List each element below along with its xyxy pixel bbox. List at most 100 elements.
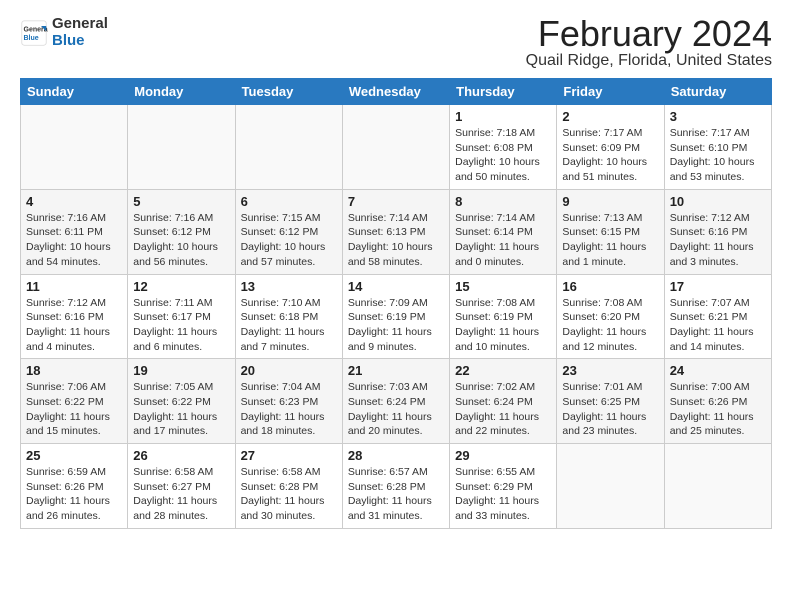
day-info: Sunrise: 7:05 AM Sunset: 6:22 PM Dayligh… <box>133 380 229 439</box>
day-number: 3 <box>670 109 766 124</box>
calendar-header-row: SundayMondayTuesdayWednesdayThursdayFrid… <box>21 79 772 105</box>
calendar-cell: 18 Sunrise: 7:06 AM Sunset: 6:22 PM Dayli… <box>21 359 128 444</box>
svg-text:Blue: Blue <box>24 35 39 42</box>
calendar-cell: 5 Sunrise: 7:16 AM Sunset: 6:12 PM Daylig… <box>128 189 235 274</box>
calendar-table: SundayMondayTuesdayWednesdayThursdayFrid… <box>20 78 772 529</box>
day-number: 6 <box>241 194 337 209</box>
day-number: 11 <box>26 279 122 294</box>
day-info: Sunrise: 7:14 AM Sunset: 6:14 PM Dayligh… <box>455 211 551 270</box>
calendar-cell: 28 Sunrise: 6:57 AM Sunset: 6:28 PM Dayli… <box>342 444 449 529</box>
page-container: General Blue General Blue February 2024 … <box>0 0 792 539</box>
day-info: Sunrise: 7:15 AM Sunset: 6:12 PM Dayligh… <box>241 211 337 270</box>
day-info: Sunrise: 7:11 AM Sunset: 6:17 PM Dayligh… <box>133 296 229 355</box>
calendar-day-header: Saturday <box>664 79 771 105</box>
calendar-cell: 22 Sunrise: 7:02 AM Sunset: 6:24 PM Dayli… <box>450 359 557 444</box>
month-title: February 2024 <box>526 16 772 52</box>
title-block: February 2024 Quail Ridge, Florida, Unit… <box>526 16 772 70</box>
day-info: Sunrise: 7:06 AM Sunset: 6:22 PM Dayligh… <box>26 380 122 439</box>
calendar-cell: 27Sunrise: 6:58 AM Sunset: 6:28 PM Dayli… <box>235 444 342 529</box>
calendar-week-row: 18 Sunrise: 7:06 AM Sunset: 6:22 PM Dayli… <box>21 359 772 444</box>
calendar-cell: 24 Sunrise: 7:00 AM Sunset: 6:26 PM Dayli… <box>664 359 771 444</box>
calendar-day-header: Monday <box>128 79 235 105</box>
day-number: 20 <box>241 363 337 378</box>
calendar-cell <box>235 105 342 190</box>
calendar-cell: 7 Sunrise: 7:14 AM Sunset: 6:13 PM Daylig… <box>342 189 449 274</box>
calendar-cell <box>557 444 664 529</box>
day-info: Sunrise: 7:02 AM Sunset: 6:24 PM Dayligh… <box>455 380 551 439</box>
calendar-cell: 20Sunrise: 7:04 AM Sunset: 6:23 PM Dayli… <box>235 359 342 444</box>
day-info: Sunrise: 6:57 AM Sunset: 6:28 PM Dayligh… <box>348 465 444 524</box>
day-number: 13 <box>241 279 337 294</box>
day-info: Sunrise: 7:16 AM Sunset: 6:12 PM Dayligh… <box>133 211 229 270</box>
calendar-cell: 17 Sunrise: 7:07 AM Sunset: 6:21 PM Dayli… <box>664 274 771 359</box>
location-text: Quail Ridge, Florida, United States <box>526 52 772 70</box>
day-info: Sunrise: 7:16 AM Sunset: 6:11 PM Dayligh… <box>26 211 122 270</box>
logo-general-text: General <box>52 16 108 33</box>
calendar-day-header: Tuesday <box>235 79 342 105</box>
day-info: Sunrise: 7:17 AM Sunset: 6:09 PM Dayligh… <box>562 126 658 185</box>
day-number: 14 <box>348 279 444 294</box>
day-number: 5 <box>133 194 229 209</box>
day-info: Sunrise: 7:12 AM Sunset: 6:16 PM Dayligh… <box>670 211 766 270</box>
day-number: 9 <box>562 194 658 209</box>
calendar-cell: 16Sunrise: 7:08 AM Sunset: 6:20 PM Dayli… <box>557 274 664 359</box>
day-number: 18 <box>26 363 122 378</box>
day-number: 28 <box>348 448 444 463</box>
day-number: 16 <box>562 279 658 294</box>
day-info: Sunrise: 7:18 AM Sunset: 6:08 PM Dayligh… <box>455 126 551 185</box>
day-number: 29 <box>455 448 551 463</box>
calendar-cell <box>664 444 771 529</box>
day-info: Sunrise: 7:17 AM Sunset: 6:10 PM Dayligh… <box>670 126 766 185</box>
calendar-cell: 11 Sunrise: 7:12 AM Sunset: 6:16 PM Dayli… <box>21 274 128 359</box>
day-number: 7 <box>348 194 444 209</box>
day-number: 23 <box>562 363 658 378</box>
calendar-cell: 3 Sunrise: 7:17 AM Sunset: 6:10 PM Daylig… <box>664 105 771 190</box>
logo-icon: General Blue <box>20 19 48 47</box>
day-number: 25 <box>26 448 122 463</box>
calendar-cell <box>342 105 449 190</box>
day-info: Sunrise: 6:55 AM Sunset: 6:29 PM Dayligh… <box>455 465 551 524</box>
day-info: Sunrise: 7:12 AM Sunset: 6:16 PM Dayligh… <box>26 296 122 355</box>
calendar-cell: 6 Sunrise: 7:15 AM Sunset: 6:12 PM Daylig… <box>235 189 342 274</box>
logo-blue-text: Blue <box>52 33 108 50</box>
day-info: Sunrise: 7:01 AM Sunset: 6:25 PM Dayligh… <box>562 380 658 439</box>
logo-text: General Blue <box>52 16 108 49</box>
day-number: 19 <box>133 363 229 378</box>
logo: General Blue General Blue <box>20 16 108 49</box>
calendar-day-header: Sunday <box>21 79 128 105</box>
calendar-cell: 10 Sunrise: 7:12 AM Sunset: 6:16 PM Dayli… <box>664 189 771 274</box>
day-number: 10 <box>670 194 766 209</box>
day-number: 4 <box>26 194 122 209</box>
calendar-cell <box>128 105 235 190</box>
day-number: 17 <box>670 279 766 294</box>
day-info: Sunrise: 7:13 AM Sunset: 6:15 PM Dayligh… <box>562 211 658 270</box>
day-info: Sunrise: 7:00 AM Sunset: 6:26 PM Dayligh… <box>670 380 766 439</box>
calendar-cell: 14 Sunrise: 7:09 AM Sunset: 6:19 PM Dayli… <box>342 274 449 359</box>
day-info: Sunrise: 6:58 AM Sunset: 6:28 PM Dayligh… <box>241 465 337 524</box>
calendar-day-header: Wednesday <box>342 79 449 105</box>
day-number: 22 <box>455 363 551 378</box>
calendar-cell <box>21 105 128 190</box>
calendar-cell: 29 Sunrise: 6:55 AM Sunset: 6:29 PM Dayli… <box>450 444 557 529</box>
header: General Blue General Blue February 2024 … <box>20 16 772 70</box>
day-info: Sunrise: 7:08 AM Sunset: 6:19 PM Dayligh… <box>455 296 551 355</box>
calendar-cell: 8 Sunrise: 7:14 AM Sunset: 6:14 PM Daylig… <box>450 189 557 274</box>
day-info: Sunrise: 7:14 AM Sunset: 6:13 PM Dayligh… <box>348 211 444 270</box>
day-info: Sunrise: 7:09 AM Sunset: 6:19 PM Dayligh… <box>348 296 444 355</box>
day-number: 8 <box>455 194 551 209</box>
day-number: 2 <box>562 109 658 124</box>
calendar-cell: 25Sunrise: 6:59 AM Sunset: 6:26 PM Dayli… <box>21 444 128 529</box>
calendar-week-row: 11 Sunrise: 7:12 AM Sunset: 6:16 PM Dayli… <box>21 274 772 359</box>
calendar-cell: 21Sunrise: 7:03 AM Sunset: 6:24 PM Dayli… <box>342 359 449 444</box>
calendar-cell: 2 Sunrise: 7:17 AM Sunset: 6:09 PM Daylig… <box>557 105 664 190</box>
calendar-week-row: 4 Sunrise: 7:16 AM Sunset: 6:11 PM Daylig… <box>21 189 772 274</box>
calendar-week-row: 1Sunrise: 7:18 AM Sunset: 6:08 PM Daylig… <box>21 105 772 190</box>
day-info: Sunrise: 7:07 AM Sunset: 6:21 PM Dayligh… <box>670 296 766 355</box>
calendar-cell: 23 Sunrise: 7:01 AM Sunset: 6:25 PM Dayli… <box>557 359 664 444</box>
day-number: 24 <box>670 363 766 378</box>
day-info: Sunrise: 7:03 AM Sunset: 6:24 PM Dayligh… <box>348 380 444 439</box>
calendar-week-row: 25Sunrise: 6:59 AM Sunset: 6:26 PM Dayli… <box>21 444 772 529</box>
day-info: Sunrise: 6:58 AM Sunset: 6:27 PM Dayligh… <box>133 465 229 524</box>
calendar-cell: 12 Sunrise: 7:11 AM Sunset: 6:17 PM Dayli… <box>128 274 235 359</box>
day-number: 12 <box>133 279 229 294</box>
